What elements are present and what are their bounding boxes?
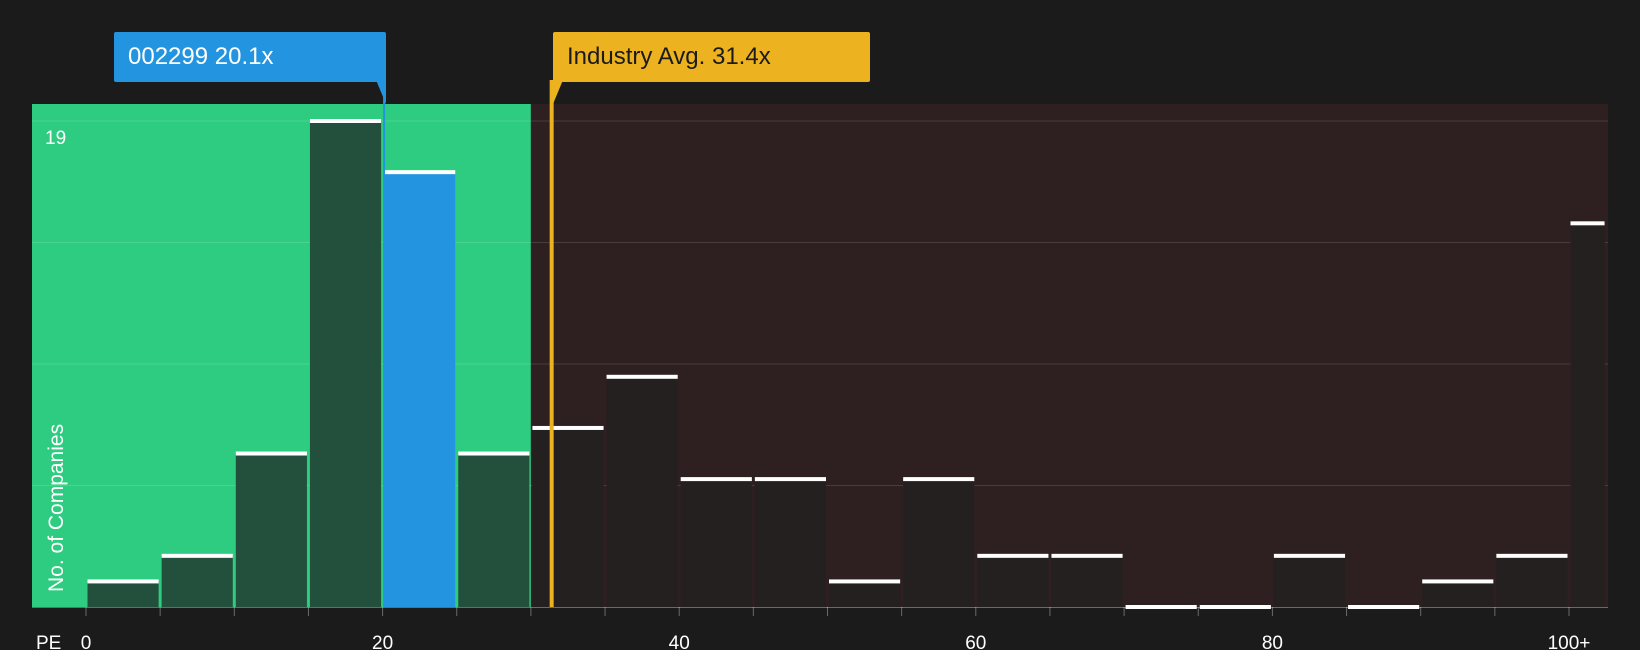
histogram-bar xyxy=(1051,555,1123,607)
company-pe-value: 20.1x xyxy=(214,43,274,70)
histogram-bar xyxy=(161,555,233,607)
industry-avg-value: 31.4x xyxy=(711,43,771,70)
histogram-bar xyxy=(1570,223,1605,607)
pe-distribution-chart: 0 20 40 60 80 100+ PE 19 No. of Companies xyxy=(32,80,1608,650)
industry-average-line xyxy=(549,80,554,607)
bar-top-marker xyxy=(161,553,233,558)
histogram-bar xyxy=(532,427,604,607)
x-tick-label: 0 xyxy=(81,633,92,650)
bar-top-marker xyxy=(680,477,752,482)
bar-top-marker xyxy=(384,170,456,175)
histogram-bar xyxy=(903,479,975,607)
histogram-bar xyxy=(1422,581,1494,607)
bar-top-marker xyxy=(1570,221,1605,226)
bar-top-marker xyxy=(1496,553,1568,558)
histogram-bar xyxy=(829,581,901,607)
histogram-bar xyxy=(754,479,826,607)
histogram-bar xyxy=(977,555,1049,607)
industry-avg-label: Industry Avg. xyxy=(567,43,706,70)
bar-top-marker xyxy=(1273,553,1346,558)
histogram-bar xyxy=(1273,555,1346,607)
x-tick-label: 80 xyxy=(1262,633,1283,650)
company-callout-pointer xyxy=(376,80,386,104)
histogram-bar xyxy=(309,121,382,607)
x-tick-label: 60 xyxy=(965,633,986,650)
histogram-bar xyxy=(680,479,752,607)
x-tick-label: 100+ xyxy=(1548,633,1591,650)
histogram-bar xyxy=(606,376,678,607)
industry-avg-callout: Industry Avg. 31.4x xyxy=(553,32,870,82)
company-pe-callout: 002299 20.1x xyxy=(114,32,386,82)
bar-top-marker xyxy=(977,553,1049,558)
x-axis-title: PE xyxy=(36,633,61,650)
bar-top-marker xyxy=(606,374,678,379)
company-ticker: 002299 xyxy=(128,43,209,70)
bar-top-marker xyxy=(754,477,826,482)
bar-top-marker xyxy=(235,451,307,456)
bar-top-marker xyxy=(458,451,530,456)
bar-top-marker xyxy=(532,425,604,430)
bar-top-marker xyxy=(309,119,382,123)
x-tick-label: 20 xyxy=(372,633,393,650)
histogram-bar xyxy=(384,172,456,607)
industry-callout-pointer xyxy=(553,80,563,104)
y-axis-title: No. of Companies xyxy=(45,424,68,592)
histogram-bar xyxy=(1496,555,1568,607)
bar-top-marker xyxy=(829,579,901,584)
histogram-bar xyxy=(458,453,530,607)
histogram-bar xyxy=(87,581,159,607)
histogram-bar xyxy=(235,453,307,607)
bar-top-marker xyxy=(1051,553,1123,558)
y-max-label: 19 xyxy=(45,128,66,149)
bar-top-marker xyxy=(1422,579,1494,584)
bar-top-marker xyxy=(903,477,975,482)
bar-top-marker xyxy=(87,579,159,584)
x-tick-label: 40 xyxy=(669,633,690,650)
